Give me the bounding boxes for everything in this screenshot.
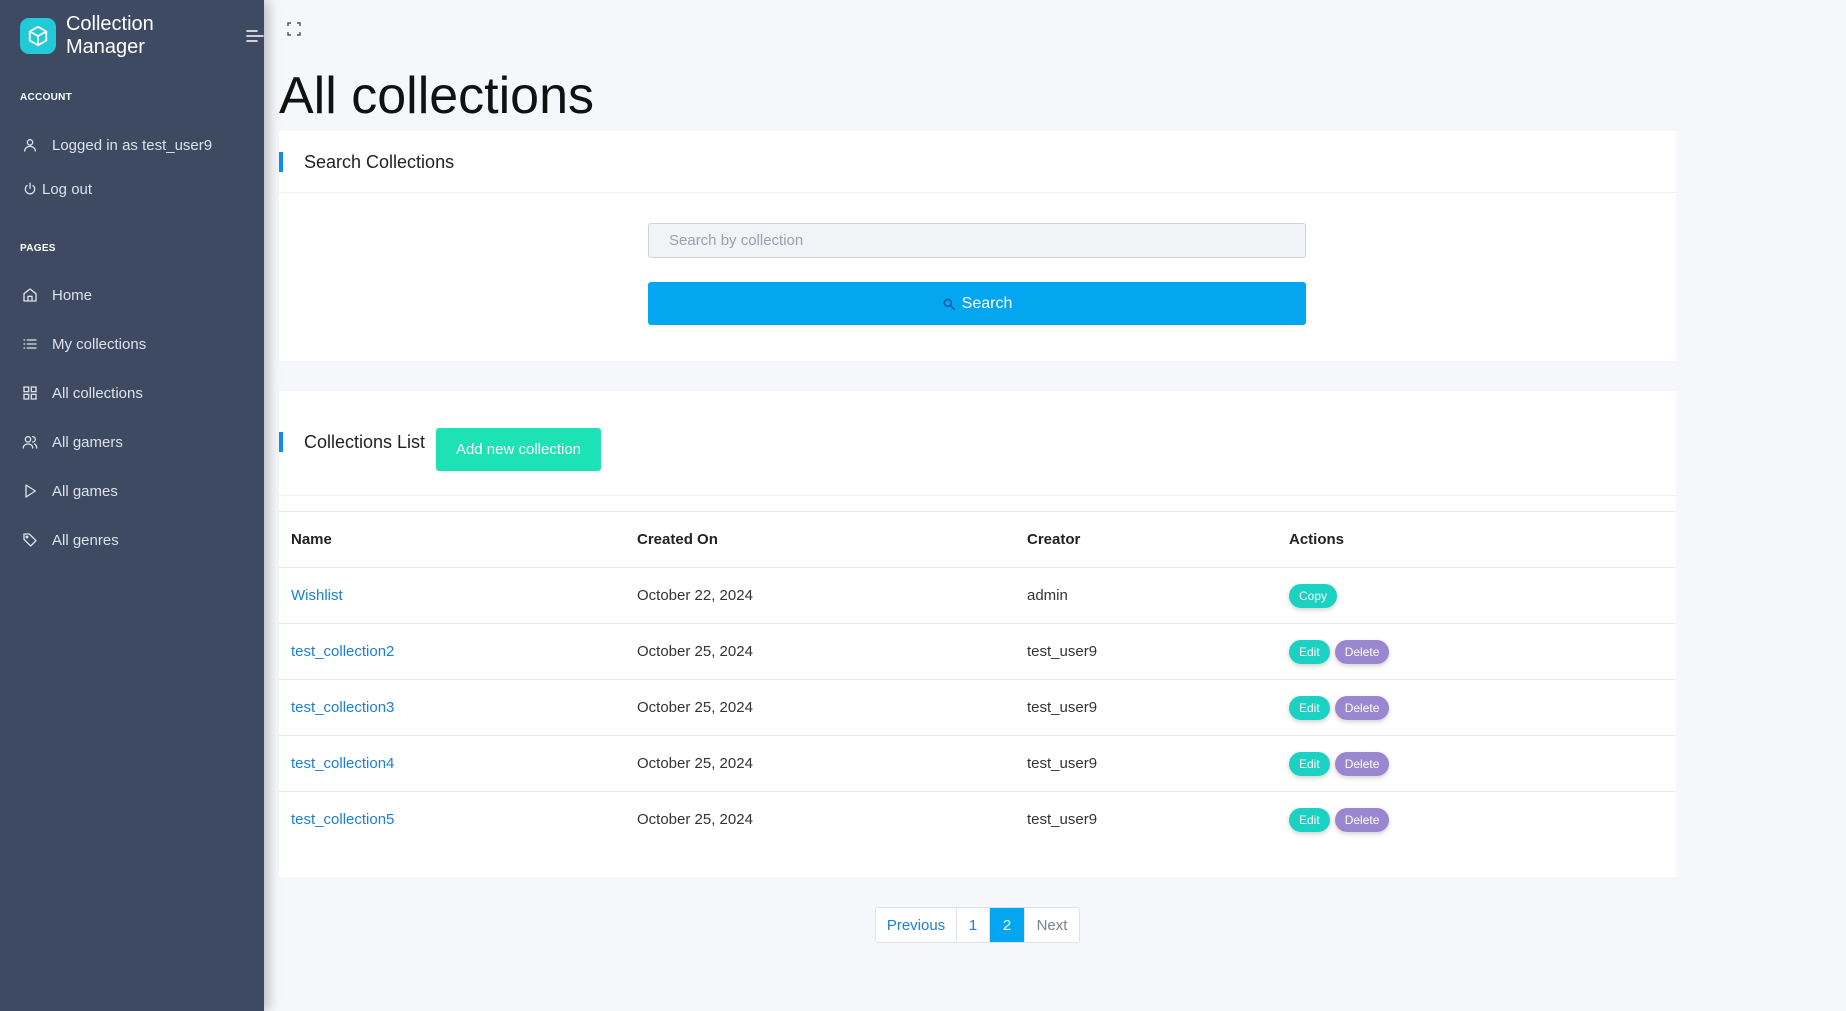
actions-cell: Copy <box>1289 568 1676 624</box>
creator-cell: test_user9 <box>1027 811 1098 829</box>
collection-name-cell: test_collection3 <box>279 680 637 736</box>
edit-button[interactable]: Edit <box>1289 639 1330 664</box>
delete-button[interactable]: Delete <box>1334 639 1390 664</box>
table-row: Wishlist October 22, 2024 admin Copy <box>279 568 1676 624</box>
user-icon <box>20 135 40 155</box>
app-title: Collection Manager <box>65 13 154 58</box>
page-2-button[interactable]: 2 <box>990 908 1025 942</box>
sidebar-item-label: All games <box>52 482 118 500</box>
creator-cell: admin <box>1027 587 1068 604</box>
search-input[interactable] <box>648 223 1306 258</box>
pagination: Previous 1 2 Next <box>875 907 1080 943</box>
creator-cell: test_user9 <box>1027 699 1098 716</box>
collection-link[interactable]: test_collection5 <box>291 811 394 828</box>
collections-table: Name Created On Creator Actions Wishlist… <box>279 511 1676 848</box>
collections-card-header: Collections List Add new collection <box>279 391 1676 496</box>
sidebar-toggle-icon[interactable] <box>246 29 264 43</box>
edit-button[interactable]: Edit <box>1289 751 1330 776</box>
sidebar-item-all-genres[interactable]: All genres <box>20 530 119 550</box>
pages-heading: PAGES <box>20 243 56 254</box>
edit-button[interactable]: Edit <box>1289 807 1330 832</box>
users-icon <box>20 432 40 452</box>
cube-logo-icon <box>20 18 56 54</box>
table-row: test_collection5 October 25, 2024 test_u… <box>279 792 1676 848</box>
grid-icon <box>20 383 40 403</box>
actions-cell: Edit Delete <box>1289 680 1676 736</box>
header-accent-bar <box>279 432 283 452</box>
search-button[interactable]: Search <box>648 282 1306 325</box>
collection-link[interactable]: test_collection3 <box>291 699 394 716</box>
page-title: All collections <box>279 67 595 125</box>
sidebar-item-label: Home <box>52 286 93 304</box>
sidebar-item-label: Logged in as test_user9 <box>52 136 213 154</box>
collection-link[interactable]: test_collection2 <box>291 643 394 660</box>
collection-name-cell: test_collection5 <box>279 792 637 848</box>
previous-page-button[interactable]: Previous <box>876 908 957 942</box>
search-card-title: Search Collections <box>304 152 455 172</box>
sidebar-item-my-collections[interactable]: My collections <box>20 334 146 354</box>
column-header-creator: Creator <box>1027 531 1081 548</box>
edit-button[interactable]: Edit <box>1289 695 1330 720</box>
created-on-cell: October 25, 2024 <box>637 755 753 772</box>
created-on-cell: October 25, 2024 <box>637 699 753 716</box>
sidebar: Collection Manager ACCOUNT Logged in as … <box>0 0 264 1011</box>
collection-name-cell: test_collection4 <box>279 736 637 792</box>
table-header-row: Name Created On Creator Actions <box>279 511 1676 568</box>
actions-cell: Edit Delete <box>1289 624 1676 680</box>
sidebar-item-user[interactable]: Logged in as test_user9 <box>20 135 212 155</box>
tag-icon <box>20 530 40 550</box>
collections-card: Collections List Add new collection Name… <box>279 391 1676 877</box>
fullscreen-icon[interactable] <box>287 22 301 41</box>
search-card: Search Collections Search <box>279 131 1676 361</box>
next-page-button[interactable]: Next <box>1025 908 1079 942</box>
collection-name-cell: Wishlist <box>279 568 637 624</box>
sidebar-item-all-games[interactable]: All games <box>20 481 118 501</box>
collection-link[interactable]: Wishlist <box>291 587 343 604</box>
search-card-header: Search Collections <box>279 131 1676 193</box>
delete-button[interactable]: Delete <box>1334 807 1390 832</box>
sidebar-item-logout[interactable]: Log out <box>20 179 92 199</box>
column-header-actions: Actions <box>1289 531 1345 548</box>
table-row: test_collection2 October 25, 2024 test_u… <box>279 624 1676 680</box>
column-header-created-on: Created On <box>637 531 718 548</box>
table-row: test_collection3 October 25, 2024 test_u… <box>279 680 1676 736</box>
sidebar-item-all-collections[interactable]: All collections <box>20 383 143 403</box>
created-on-cell: October 25, 2024 <box>637 811 753 829</box>
sidebar-item-label: All genres <box>52 531 119 549</box>
delete-button[interactable]: Delete <box>1334 751 1390 776</box>
sidebar-item-label: My collections <box>52 335 147 353</box>
brand[interactable]: Collection Manager <box>20 13 264 59</box>
home-icon <box>20 285 40 305</box>
account-heading: ACCOUNT <box>20 92 73 103</box>
sidebar-item-label: All gamers <box>52 433 123 451</box>
table-row: test_collection4 October 25, 2024 test_u… <box>279 736 1676 792</box>
actions-cell: Edit Delete <box>1289 736 1676 792</box>
created-on-cell: October 22, 2024 <box>637 587 753 604</box>
list-icon <box>20 334 40 354</box>
collection-name-cell: test_collection2 <box>279 624 637 680</box>
creator-cell: test_user9 <box>1027 755 1098 772</box>
add-collection-button[interactable]: Add new collection <box>436 428 601 471</box>
magnifier-icon <box>942 297 956 311</box>
sidebar-item-all-gamers[interactable]: All gamers <box>20 432 123 452</box>
delete-button[interactable]: Delete <box>1334 695 1390 720</box>
creator-cell: test_user9 <box>1027 643 1098 660</box>
search-button-label: Search <box>961 294 1013 312</box>
copy-button[interactable]: Copy <box>1289 583 1338 608</box>
page-1-button[interactable]: 1 <box>957 908 990 942</box>
play-icon <box>20 481 40 501</box>
sidebar-item-label: Log out <box>42 180 93 198</box>
actions-cell: Edit Delete <box>1289 792 1676 848</box>
collection-link[interactable]: test_collection4 <box>291 755 394 772</box>
sidebar-item-home[interactable]: Home <box>20 285 92 305</box>
header-accent-bar <box>279 152 283 172</box>
sidebar-item-label: All collections <box>52 384 143 402</box>
created-on-cell: October 25, 2024 <box>637 643 753 660</box>
column-header-name: Name <box>291 531 332 548</box>
power-icon <box>20 179 40 199</box>
collections-list-title: Collections List <box>304 432 426 452</box>
